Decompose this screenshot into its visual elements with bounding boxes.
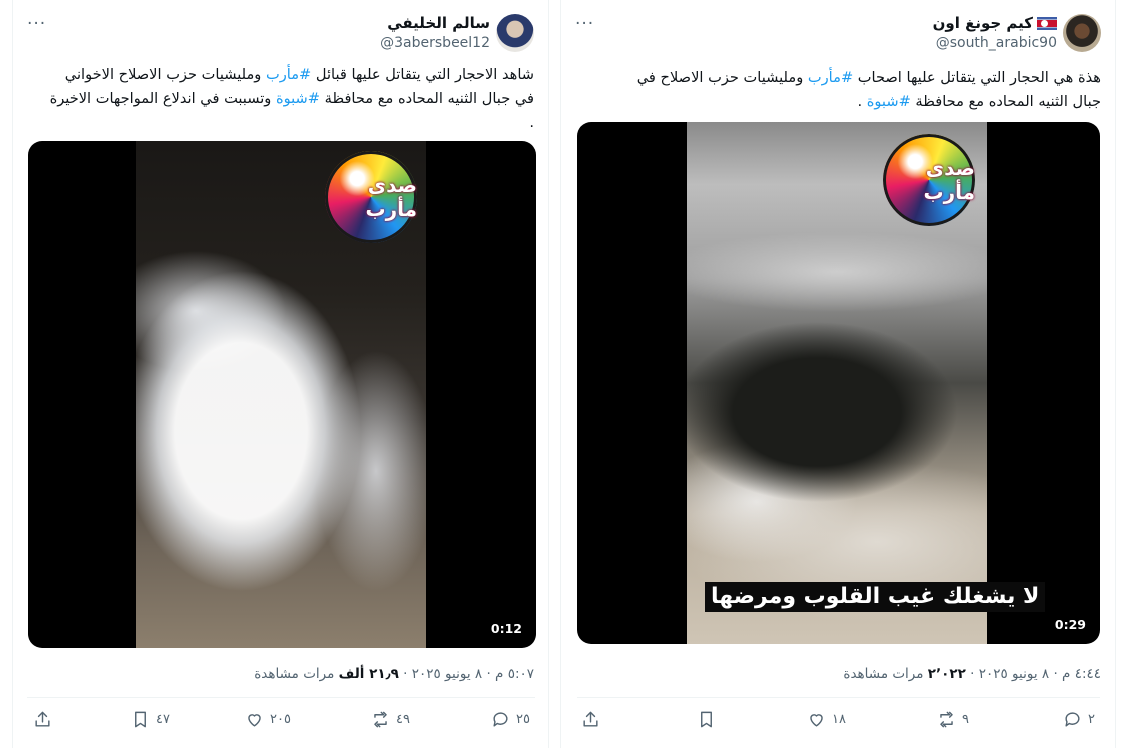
text-segment: ومليشيات حزب الاصلاح الاخواني <box>64 66 266 83</box>
video-duration: 0:29 <box>1054 617 1086 632</box>
tweet-meta: ٥:٠٧ م · ٨ يونيو ٢٠٢٥ · ٢١٫٩ ألف مرات مش… <box>254 665 534 683</box>
author-handle[interactable]: @south_arabic90 <box>936 34 1057 52</box>
share-icon <box>35 711 50 727</box>
video-duration: 0:12 <box>490 621 522 636</box>
retweet-icon <box>940 711 953 728</box>
text-segment: هذة هي الحجار التي يتقاتل عليها اصحاب <box>853 69 1101 86</box>
tweet-text-line: شاهد الاحجار التي يتقاتل عليها قبائل #مأ… <box>50 63 534 87</box>
tweet-card: ··· كيم جونغ اون @south_arabic90 هذة هي … <box>560 0 1116 748</box>
avatar[interactable] <box>1063 14 1101 52</box>
more-icon[interactable]: ··· <box>575 14 594 34</box>
tweet-card: ··· سالم الخليفي @3abersbeel12 شاهد الاح… <box>12 0 549 748</box>
like-count: ١٨ <box>832 712 846 727</box>
author-handle[interactable]: @3abersbeel12 <box>380 34 490 52</box>
author-name-row: سالم الخليفي <box>387 13 490 33</box>
share-icon <box>583 711 598 727</box>
reply-count: ٢ <box>1088 712 1095 727</box>
timestamp[interactable]: ٥:٠٧ م · ٨ يونيو ٢٠٢٥ · <box>399 666 534 682</box>
bookmark-icon <box>701 711 712 728</box>
bookmark-count: ٤٧ <box>156 712 170 727</box>
hashtag-link[interactable]: #شبوة <box>276 90 320 107</box>
author-name[interactable]: سالم الخليفي <box>387 13 490 33</box>
like-count: ٢٠٥ <box>270 712 291 727</box>
like-icon <box>810 714 823 727</box>
retweet-icon <box>374 711 387 728</box>
tweet-text: شاهد الاحجار التي يتقاتل عليها قبائل #مأ… <box>50 63 534 135</box>
more-icon[interactable]: ··· <box>27 14 46 34</box>
bookmark-icon <box>135 711 146 728</box>
retweet-button[interactable]: ٩ <box>937 710 969 729</box>
channel-logo: صدى مأرب <box>883 134 975 226</box>
retweet-count: ٤٩ <box>396 712 410 727</box>
text-segment: في جبال الثنيه المحاده مع محافظة <box>320 90 534 107</box>
tweet-text-line: في جبال الثنيه المحاده مع محافظة #شبوة و… <box>50 87 534 111</box>
views-count: ٢٬٠٢٢ <box>927 666 966 682</box>
video-subtitle: لا يشغلك غيب القلوب ومرضها <box>705 582 1046 612</box>
action-bar: ٤٧ ٢٠٥ ٤٩ ٢٥ <box>27 697 535 741</box>
hashtag-link[interactable]: #مأرب <box>808 69 853 86</box>
tweet-text: هذة هي الحجار التي يتقاتل عليها اصحاب #م… <box>637 66 1101 114</box>
retweet-count: ٩ <box>962 712 969 727</box>
retweet-button[interactable]: ٤٩ <box>371 710 410 729</box>
text-segment: ومليشيات حزب الاصلاح في <box>636 69 808 86</box>
views-label: مرات مشاهدة <box>254 666 339 682</box>
like-icon <box>248 714 261 727</box>
bookmark-button[interactable] <box>697 710 722 729</box>
text-segment: شاهد الاحجار التي يتقاتل عليها قبائل <box>311 66 534 83</box>
tweet-meta: ٤:٤٤ م · ٨ يونيو ٢٠٢٥ · ٢٬٠٢٢ مرات مشاهد… <box>843 665 1101 683</box>
reply-icon <box>493 712 508 727</box>
reply-button[interactable]: ٢٥ <box>491 710 530 729</box>
channel-logo-text: صدى مأرب <box>923 156 975 204</box>
channel-logo: صدى مأرب <box>325 151 417 243</box>
views-label: مرات مشاهدة <box>843 666 928 682</box>
text-segment: جبال الثنيه المحاده مع محافظة <box>910 93 1101 110</box>
flag-icon <box>1037 16 1057 30</box>
hashtag-link[interactable]: #شبوة <box>867 93 911 110</box>
bookmark-button[interactable]: ٤٧ <box>131 710 170 729</box>
reply-icon <box>1065 712 1080 727</box>
reply-button[interactable]: ٢ <box>1063 710 1095 729</box>
share-button[interactable] <box>581 710 600 729</box>
like-button[interactable]: ٢٠٥ <box>245 710 291 729</box>
timestamp[interactable]: ٤:٤٤ م · ٨ يونيو ٢٠٢٥ · <box>966 666 1101 682</box>
hashtag-link[interactable]: #مأرب <box>266 66 311 83</box>
avatar[interactable] <box>496 14 534 52</box>
author-name-row: كيم جونغ اون <box>933 13 1057 33</box>
video-player[interactable]: صدى مأرب 0:12 <box>28 141 536 648</box>
action-bar: ١٨ ٩ ٢ <box>577 697 1100 741</box>
channel-logo-text: صدى مأرب <box>365 173 417 221</box>
text-segment: وتسببت في اندلاع المواجهات الاخيرة <box>49 90 276 107</box>
views-count: ٢١٫٩ ألف <box>338 666 399 682</box>
share-button[interactable] <box>33 710 52 729</box>
tweet-text-line: جبال الثنيه المحاده مع محافظة #شبوة . <box>637 90 1101 114</box>
text-segment: . <box>857 93 867 110</box>
reply-count: ٢٥ <box>516 712 530 727</box>
video-player[interactable]: صدى مأرب لا يشغلك غيب القلوب ومرضها 0:29 <box>577 122 1100 644</box>
tweet-text-line: هذة هي الحجار التي يتقاتل عليها اصحاب #م… <box>637 66 1101 90</box>
tweet-text-line: . <box>529 114 534 131</box>
author-name[interactable]: كيم جونغ اون <box>933 13 1033 33</box>
like-button[interactable]: ١٨ <box>807 710 846 729</box>
